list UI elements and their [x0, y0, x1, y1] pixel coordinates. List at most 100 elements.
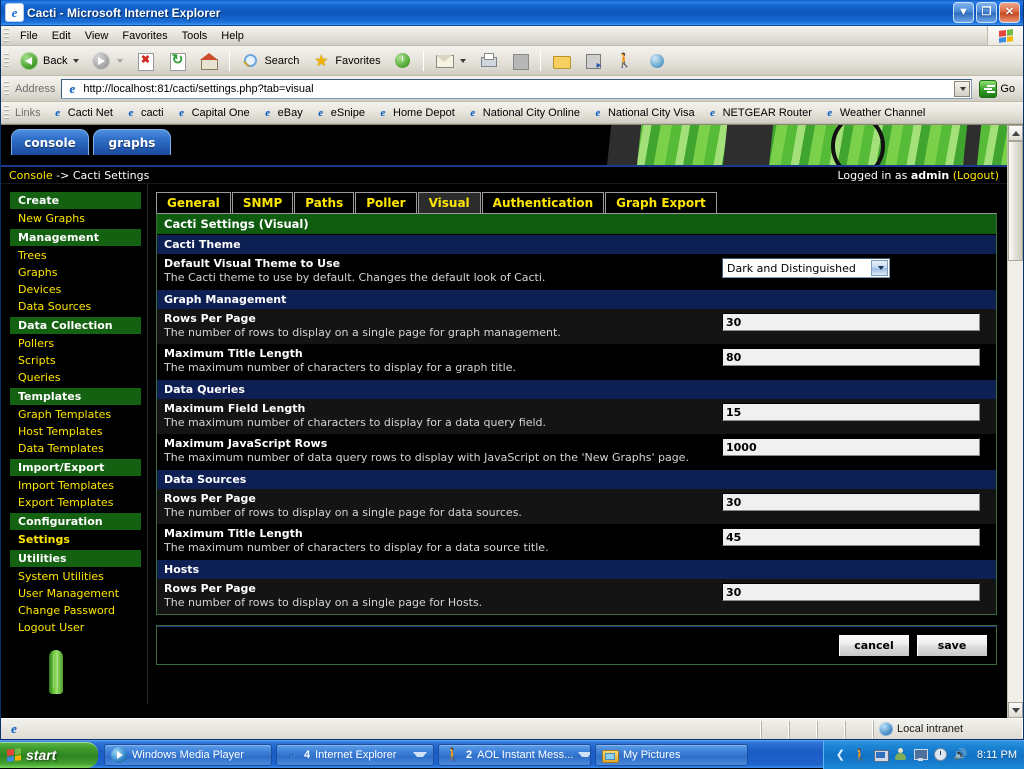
logout-link[interactable]: (Logout) — [953, 169, 999, 182]
tray-expand-chevron-icon[interactable] — [833, 747, 848, 762]
link-esnipe[interactable]: eSnipe — [310, 104, 372, 122]
tab-paths[interactable]: Paths — [294, 192, 354, 213]
mail-button[interactable] — [428, 49, 472, 73]
sidebar-item-logout-user[interactable]: Logout User — [10, 619, 141, 636]
link-cacti[interactable]: cacti — [120, 104, 171, 122]
scrollbar-track[interactable] — [1008, 261, 1023, 702]
home-button[interactable] — [193, 49, 225, 73]
menu-file[interactable]: File — [13, 28, 45, 44]
sidebar-item-scripts[interactable]: Scripts — [10, 352, 141, 369]
go-button[interactable]: Go — [976, 78, 1021, 100]
address-gripper-icon[interactable] — [4, 81, 9, 97]
menu-favorites[interactable]: Favorites — [115, 28, 174, 44]
sidebar-item-graph-templates[interactable]: Graph Templates — [10, 406, 141, 423]
tab-console[interactable]: console — [11, 129, 89, 155]
sidebar-item-user-management[interactable]: User Management — [10, 585, 141, 602]
save-button[interactable]: save — [916, 634, 988, 657]
max-javascript-rows-input[interactable] — [722, 438, 980, 456]
tray-aim-icon[interactable] — [853, 747, 868, 762]
taskbar-item-windows-media-player[interactable]: Windows Media Player — [104, 744, 272, 766]
menu-help[interactable]: Help — [214, 28, 251, 44]
group-chevron-down-icon[interactable] — [413, 752, 427, 757]
tray-volume-icon[interactable] — [953, 747, 968, 762]
max-field-length-input[interactable] — [722, 403, 980, 421]
tab-authentication[interactable]: Authentication — [482, 192, 605, 213]
tab-graphs[interactable]: graphs — [93, 129, 171, 155]
sidebar-item-new-graphs[interactable]: New Graphs — [10, 210, 141, 227]
link-ebay[interactable]: eBay — [257, 104, 310, 122]
search-button[interactable]: Search — [234, 49, 305, 73]
sidebar-item-queries[interactable]: Queries — [10, 369, 141, 386]
link-netgear-router[interactable]: NETGEAR Router — [702, 104, 819, 122]
back-history-chevron-down-icon[interactable] — [73, 59, 79, 63]
scroll-up-button[interactable] — [1008, 125, 1023, 141]
menu-gripper-icon[interactable] — [4, 28, 9, 44]
link-capital-one[interactable]: Capital One — [171, 104, 257, 122]
stop-button[interactable] — [129, 49, 161, 73]
cancel-button[interactable]: cancel — [838, 634, 910, 657]
start-button[interactable]: start — [0, 742, 98, 768]
graph-rows-per-page-input[interactable] — [722, 313, 980, 331]
sidebar-item-pollers[interactable]: Pollers — [10, 335, 141, 352]
minimize-button[interactable]: ▼ — [953, 2, 974, 23]
ds-max-title-length-input[interactable] — [722, 528, 980, 546]
taskbar-item-internet-explorer[interactable]: 4 Internet Explorer — [276, 744, 434, 766]
hosts-rows-per-page-input[interactable] — [722, 583, 980, 601]
sidebar-item-system-utilities[interactable]: System Utilities — [10, 568, 141, 585]
sidebar-item-data-sources[interactable]: Data Sources — [10, 298, 141, 315]
security-zone-pane[interactable]: Local intranet — [873, 721, 1023, 738]
taskbar-item-aol-instant-messenger[interactable]: 2 AOL Instant Mess... — [438, 744, 591, 766]
favorites-button[interactable]: Favorites — [305, 49, 386, 73]
sidebar-item-trees[interactable]: Trees — [10, 247, 141, 264]
group-chevron-down-icon[interactable] — [578, 752, 591, 757]
theme-select[interactable]: Dark and Distinguished — [722, 258, 890, 278]
tab-graph-export[interactable]: Graph Export — [605, 192, 717, 213]
address-dropdown-button[interactable] — [954, 81, 970, 97]
sidebar-item-devices[interactable]: Devices — [10, 281, 141, 298]
select-chevron-down-icon[interactable] — [871, 260, 888, 276]
tab-visual[interactable]: Visual — [418, 192, 481, 213]
tray-user-icon[interactable] — [893, 747, 908, 762]
maximize-button[interactable]: ❐ — [976, 2, 997, 23]
link-cacti-net[interactable]: Cacti Net — [47, 104, 120, 122]
sidebar-item-graphs[interactable]: Graphs — [10, 264, 141, 281]
sidebar-item-export-templates[interactable]: Export Templates — [10, 494, 141, 511]
forward-button[interactable] — [85, 49, 129, 73]
mail-chevron-down-icon[interactable] — [460, 59, 466, 63]
tab-general[interactable]: General — [156, 192, 231, 213]
page-scrollbar[interactable] — [1007, 125, 1023, 718]
link-national-city-visa[interactable]: National City Visa — [587, 104, 702, 122]
tab-poller[interactable]: Poller — [355, 192, 416, 213]
breadcrumb-console-link[interactable]: Console — [9, 169, 53, 182]
menu-edit[interactable]: Edit — [45, 28, 78, 44]
scroll-down-button[interactable] — [1008, 702, 1023, 718]
graph-max-title-length-input[interactable] — [722, 348, 980, 366]
tab-snmp[interactable]: SNMP — [232, 192, 293, 213]
discuss-button[interactable] — [577, 49, 609, 73]
menu-view[interactable]: View — [78, 28, 116, 44]
taskbar-item-my-pictures[interactable]: My Pictures — [595, 744, 748, 766]
menu-tools[interactable]: Tools — [175, 28, 215, 44]
close-button[interactable]: ✕ — [999, 2, 1020, 23]
tray-network-icon[interactable] — [873, 747, 888, 762]
ds-rows-per-page-input[interactable] — [722, 493, 980, 511]
links-gripper-icon[interactable] — [4, 105, 9, 121]
link-national-city-online[interactable]: National City Online — [462, 104, 587, 122]
sidebar-item-import-templates[interactable]: Import Templates — [10, 477, 141, 494]
link-home-depot[interactable]: Home Depot — [372, 104, 462, 122]
taskbar-clock[interactable]: 8:11 PM — [977, 749, 1017, 761]
history-button[interactable] — [387, 49, 419, 73]
meeting-button[interactable] — [641, 49, 673, 73]
sidebar-item-data-templates[interactable]: Data Templates — [10, 440, 141, 457]
scrollbar-thumb[interactable] — [1008, 141, 1023, 261]
link-weather-channel[interactable]: Weather Channel — [819, 104, 932, 122]
sidebar-item-change-password[interactable]: Change Password — [10, 602, 141, 619]
tray-clock-icon[interactable] — [933, 747, 948, 762]
print-button[interactable] — [472, 49, 504, 73]
toolbar-gripper-icon[interactable] — [4, 53, 9, 69]
tray-display-icon[interactable] — [913, 747, 928, 762]
edit-button[interactable] — [504, 49, 536, 73]
folders-button[interactable] — [545, 49, 577, 73]
messenger-button[interactable] — [609, 49, 641, 73]
sidebar-item-host-templates[interactable]: Host Templates — [10, 423, 141, 440]
